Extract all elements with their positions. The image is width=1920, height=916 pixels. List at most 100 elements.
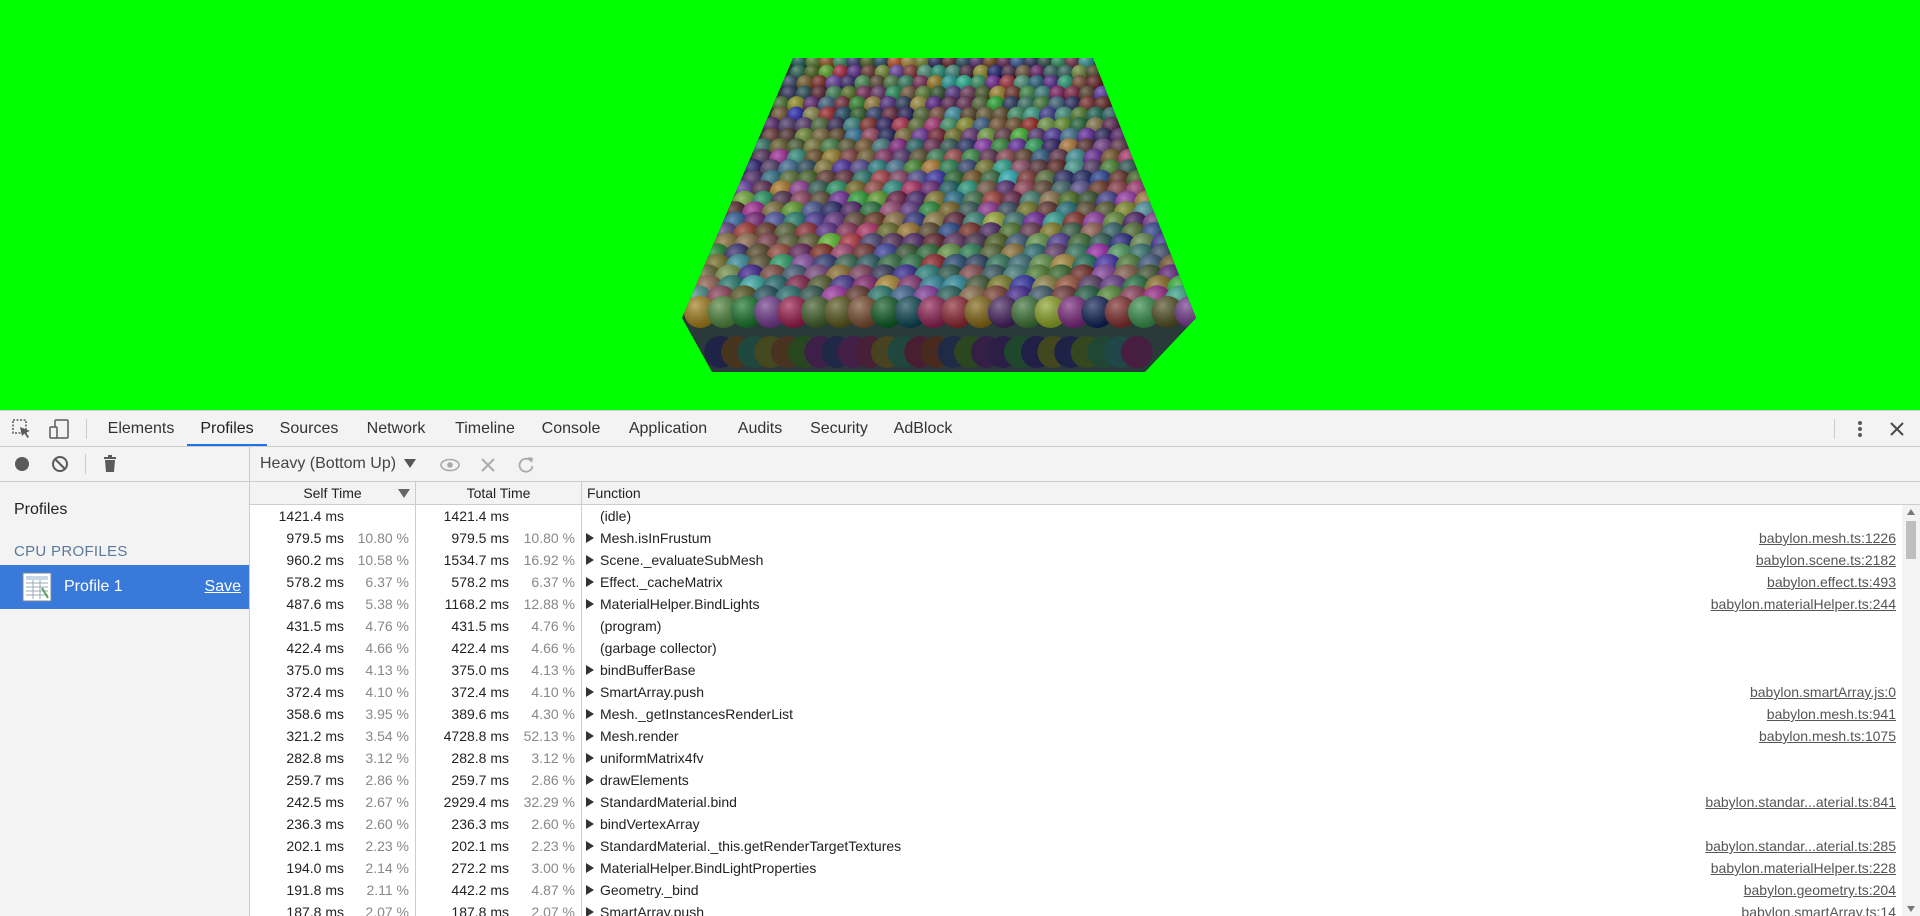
expand-triangle-icon[interactable] bbox=[586, 819, 594, 829]
table-row[interactable]: 236.3 ms 2.60 % 236.3 ms 2.60 % bindVertexAr… bbox=[250, 813, 1900, 835]
function-name: bindVertexArray bbox=[600, 816, 700, 832]
tab-network[interactable]: Network bbox=[358, 411, 434, 446]
x-icon[interactable] bbox=[478, 455, 498, 475]
expand-triangle-icon[interactable] bbox=[586, 797, 594, 807]
function-header[interactable]: Function bbox=[587, 482, 641, 504]
scrollbar-thumb[interactable] bbox=[1906, 521, 1916, 559]
expand-triangle-icon[interactable] bbox=[586, 599, 594, 609]
refresh-icon[interactable] bbox=[516, 455, 536, 475]
source-link[interactable]: babylon.smartArray.ts:14 bbox=[1741, 901, 1896, 916]
expand-triangle-icon[interactable] bbox=[586, 577, 594, 587]
self-time-cell: 194.0 ms bbox=[286, 860, 344, 876]
tab-adblock[interactable]: AdBlock bbox=[888, 411, 958, 446]
inspect-element-icon[interactable] bbox=[11, 418, 33, 440]
self-percent-cell: 5.38 % bbox=[365, 596, 409, 612]
source-link[interactable]: babylon.materialHelper.ts:228 bbox=[1711, 857, 1896, 879]
total-percent-cell: 12.88 % bbox=[523, 596, 575, 612]
tab-audits[interactable]: Audits bbox=[730, 411, 790, 446]
table-row[interactable]: 1421.4 ms 1421.4 ms (idle) bbox=[250, 505, 1900, 527]
expand-triangle-icon[interactable] bbox=[586, 907, 594, 916]
total-time-cell: 578.2 ms bbox=[451, 574, 509, 590]
expand-triangle-icon[interactable] bbox=[586, 731, 594, 741]
source-link[interactable]: babylon.mesh.ts:1075 bbox=[1759, 725, 1896, 747]
expand-triangle-icon[interactable] bbox=[586, 709, 594, 719]
profile-item-1[interactable]: Profile 1 Save bbox=[0, 565, 249, 609]
record-icon[interactable] bbox=[12, 454, 32, 474]
table-row[interactable]: 372.4 ms 4.10 % 372.4 ms 4.10 % SmartArray.p… bbox=[250, 681, 1900, 703]
device-mode-icon[interactable] bbox=[48, 418, 70, 440]
table-row[interactable]: 187.8 ms 2.07 % 187.8 ms 2.07 % SmartArray.p… bbox=[250, 901, 1900, 916]
expand-triangle-icon[interactable] bbox=[586, 863, 594, 873]
table-row[interactable]: 422.4 ms 4.66 % 422.4 ms 4.66 % (garbage col… bbox=[250, 637, 1900, 659]
total-percent-cell: 10.80 % bbox=[523, 530, 575, 546]
table-row[interactable]: 487.6 ms 5.38 % 1168.2 ms 12.88 % MaterialHe… bbox=[250, 593, 1900, 615]
render-canvas[interactable] bbox=[0, 0, 1920, 410]
function-name: (program) bbox=[600, 618, 662, 634]
more-vertical-icon[interactable] bbox=[1849, 418, 1871, 440]
tab-security[interactable]: Security bbox=[804, 411, 874, 446]
sidebar-title[interactable]: Profiles bbox=[14, 501, 67, 519]
tab-application[interactable]: Application bbox=[620, 411, 716, 446]
source-link[interactable]: babylon.geometry.ts:204 bbox=[1744, 879, 1896, 901]
table-row[interactable]: 191.8 ms 2.11 % 442.2 ms 4.87 % Geometry._bi… bbox=[250, 879, 1900, 901]
self-percent-cell: 4.10 % bbox=[365, 684, 409, 700]
table-row[interactable]: 358.6 ms 3.95 % 389.6 ms 4.30 % Mesh._getIns… bbox=[250, 703, 1900, 725]
total-percent-cell: 3.00 % bbox=[531, 860, 575, 876]
source-link[interactable]: babylon.scene.ts:2182 bbox=[1756, 549, 1896, 571]
total-time-header[interactable]: Total Time bbox=[416, 482, 581, 504]
source-link[interactable]: babylon.materialHelper.ts:244 bbox=[1711, 593, 1896, 615]
expand-triangle-icon[interactable] bbox=[586, 687, 594, 697]
source-link[interactable]: babylon.mesh.ts:941 bbox=[1767, 703, 1896, 725]
devtools-panel: Elements Profiles Sources Network Timeli… bbox=[0, 410, 1920, 916]
source-link[interactable]: babylon.standar...aterial.ts:841 bbox=[1705, 791, 1896, 813]
table-row[interactable]: 282.8 ms 3.12 % 282.8 ms 3.12 % uniformMatri… bbox=[250, 747, 1900, 769]
function-name: Mesh.render bbox=[600, 728, 679, 744]
table-row[interactable]: 375.0 ms 4.13 % 375.0 ms 4.13 % bindBufferBa… bbox=[250, 659, 1900, 681]
total-percent-cell: 4.13 % bbox=[531, 662, 575, 678]
table-row[interactable]: 431.5 ms 4.76 % 431.5 ms 4.76 % (program) bbox=[250, 615, 1900, 637]
trash-icon[interactable] bbox=[100, 454, 120, 474]
scroll-up-icon[interactable] bbox=[1907, 509, 1915, 515]
total-time-cell: 431.5 ms bbox=[451, 618, 509, 634]
expand-triangle-icon[interactable] bbox=[586, 841, 594, 851]
tab-console[interactable]: Console bbox=[536, 411, 606, 446]
table-row[interactable]: 202.1 ms 2.23 % 202.1 ms 2.23 % StandardMate… bbox=[250, 835, 1900, 857]
expand-triangle-icon[interactable] bbox=[586, 885, 594, 895]
self-time-header[interactable]: Self Time bbox=[250, 482, 415, 504]
total-time-cell: 236.3 ms bbox=[451, 816, 509, 832]
expand-triangle-icon[interactable] bbox=[586, 775, 594, 785]
tab-sources[interactable]: Sources bbox=[274, 411, 344, 446]
source-link[interactable]: babylon.effect.ts:493 bbox=[1767, 571, 1896, 593]
source-link[interactable]: babylon.mesh.ts:1226 bbox=[1759, 527, 1896, 549]
scroll-down-icon[interactable] bbox=[1907, 906, 1915, 912]
function-name: Geometry._bind bbox=[600, 882, 699, 898]
table-row[interactable]: 321.2 ms 3.54 % 4728.8 ms 52.13 % Mesh.rende… bbox=[250, 725, 1900, 747]
expand-triangle-icon[interactable] bbox=[586, 665, 594, 675]
expand-triangle-icon[interactable] bbox=[586, 753, 594, 763]
eye-icon[interactable] bbox=[440, 455, 460, 475]
source-link[interactable]: babylon.standar...aterial.ts:285 bbox=[1705, 835, 1896, 857]
function-name: uniformMatrix4fv bbox=[600, 750, 704, 766]
self-time-cell: 578.2 ms bbox=[286, 574, 344, 590]
vertical-scrollbar[interactable] bbox=[1902, 505, 1920, 916]
save-profile-link[interactable]: Save bbox=[205, 578, 241, 596]
self-percent-cell: 2.14 % bbox=[365, 860, 409, 876]
clear-all-icon[interactable] bbox=[50, 454, 70, 474]
source-link[interactable]: babylon.smartArray.js:0 bbox=[1750, 681, 1896, 703]
table-row[interactable]: 242.5 ms 2.67 % 2929.4 ms 32.29 % StandardMa… bbox=[250, 791, 1900, 813]
expand-triangle-icon[interactable] bbox=[586, 533, 594, 543]
expand-triangle-icon[interactable] bbox=[586, 555, 594, 565]
table-row[interactable]: 960.2 ms 10.58 % 1534.7 ms 16.92 % Scene._ev… bbox=[250, 549, 1900, 571]
view-mode-select[interactable]: Heavy (Bottom Up) bbox=[260, 447, 417, 481]
self-percent-cell: 2.11 % bbox=[366, 882, 409, 898]
tab-elements[interactable]: Elements bbox=[102, 411, 180, 446]
table-row[interactable]: 979.5 ms 10.80 % 979.5 ms 10.80 % Mesh.isInF… bbox=[250, 527, 1900, 549]
self-percent-cell: 2.07 % bbox=[365, 904, 409, 916]
tab-timeline[interactable]: Timeline bbox=[448, 411, 522, 446]
close-icon[interactable] bbox=[1886, 418, 1908, 440]
tab-profiles[interactable]: Profiles bbox=[187, 411, 267, 446]
table-row[interactable]: 259.7 ms 2.86 % 259.7 ms 2.86 % drawElements bbox=[250, 769, 1900, 791]
table-row[interactable]: 578.2 ms 6.37 % 578.2 ms 6.37 % Effect._cach… bbox=[250, 571, 1900, 593]
table-row[interactable]: 194.0 ms 2.14 % 272.2 ms 3.00 % MaterialHelp… bbox=[250, 857, 1900, 879]
total-percent-cell: 52.13 % bbox=[523, 728, 575, 744]
